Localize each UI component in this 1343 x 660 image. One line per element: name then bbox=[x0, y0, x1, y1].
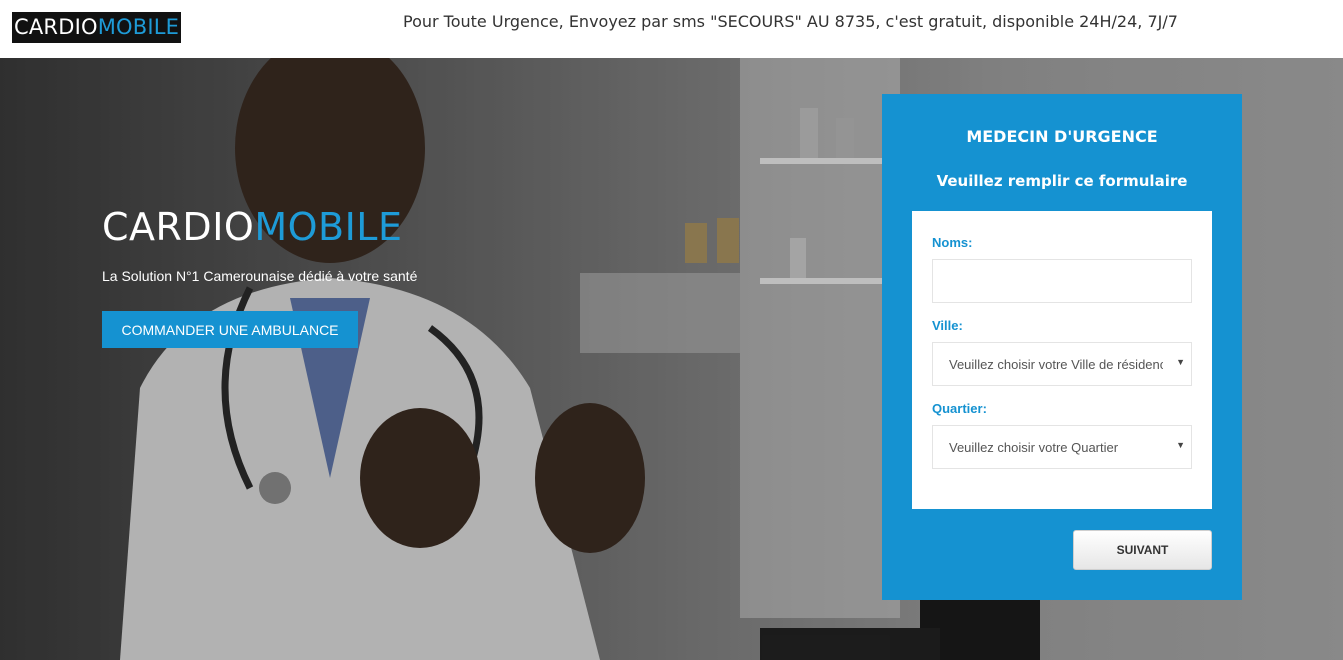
logo-text-cardio: CARDIO bbox=[14, 15, 98, 39]
emergency-form-panel: MEDECIN D'URGENCE Veuillez remplir ce fo… bbox=[882, 94, 1242, 600]
chevron-down-icon: ▼ bbox=[1176, 357, 1185, 367]
hero-brand-mobile: MOBILE bbox=[254, 205, 403, 249]
ville-select[interactable]: Veuillez choisir votre Ville de résidenc… bbox=[932, 342, 1192, 386]
noms-label: Noms: bbox=[932, 235, 973, 250]
hero-tagline: La Solution N°1 Camerounaise dédié à vot… bbox=[102, 268, 418, 284]
site-logo[interactable]: CARDIO MOBILE bbox=[12, 12, 182, 43]
form-title: MEDECIN D'URGENCE bbox=[966, 127, 1158, 146]
quartier-select[interactable]: Veuillez choisir votre Quartier ▼ bbox=[932, 425, 1192, 469]
hero-brand-cardio: CARDIO bbox=[102, 205, 255, 249]
hero-brand-title: CARDIOMOBILE bbox=[102, 208, 402, 246]
form-fields-box: Noms: Ville: Veuillez choisir votre Vill… bbox=[912, 211, 1212, 509]
noms-input[interactable] bbox=[932, 259, 1192, 303]
form-subtitle: Veuillez remplir ce formulaire bbox=[936, 172, 1188, 190]
quartier-select-value: Veuillez choisir votre Quartier bbox=[949, 440, 1119, 455]
order-ambulance-button[interactable]: COMMANDER UNE AMBULANCE bbox=[102, 311, 358, 348]
hero-section: CARDIOMOBILE La Solution N°1 Camerounais… bbox=[0, 58, 1343, 660]
ville-label: Ville: bbox=[932, 318, 963, 333]
chevron-down-icon: ▼ bbox=[1176, 440, 1185, 450]
logo-text-mobile: MOBILE bbox=[97, 15, 180, 39]
emergency-notice: Pour Toute Urgence, Envoyez par sms "SEC… bbox=[403, 12, 1178, 31]
quartier-label: Quartier: bbox=[932, 401, 987, 416]
next-button[interactable]: SUIVANT bbox=[1073, 530, 1212, 570]
top-header: CARDIO MOBILE Pour Toute Urgence, Envoyez… bbox=[0, 0, 1343, 58]
ville-select-value: Veuillez choisir votre Ville de résidenc… bbox=[949, 357, 1163, 372]
